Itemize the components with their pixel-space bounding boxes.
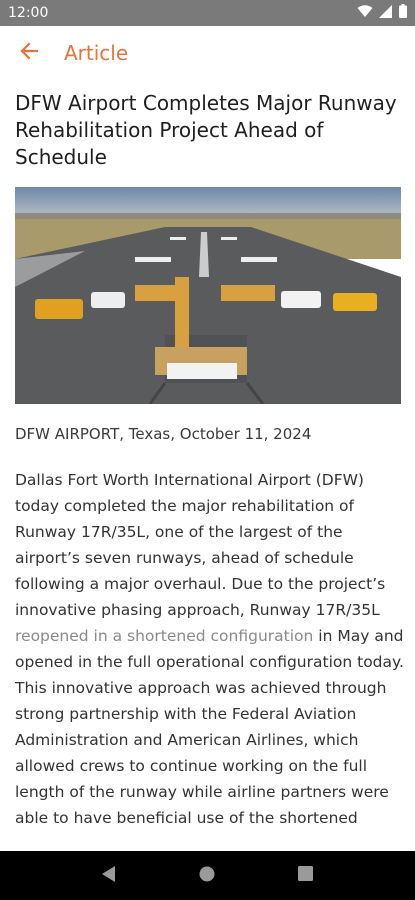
nav-home-button[interactable] — [187, 856, 227, 896]
nav-back-button[interactable] — [89, 856, 129, 896]
back-button[interactable] — [14, 38, 44, 68]
back-arrow-icon — [19, 41, 39, 65]
nav-recents-button[interactable] — [286, 856, 326, 896]
article-body-link[interactable]: reopened in a shortened configuration — [15, 627, 313, 645]
status-icons — [357, 4, 407, 22]
article-body-text: Dallas Fort Worth International Airport … — [15, 471, 386, 619]
app-bar: Article — [0, 26, 415, 80]
nav-recents-icon — [298, 866, 314, 885]
article-body-text-continued: in May and opened in the full operationa… — [15, 627, 404, 827]
app-bar-title: Article — [64, 41, 129, 65]
nav-back-icon — [102, 865, 116, 886]
system-navigation-bar — [0, 851, 415, 900]
article-body: Dallas Fort Worth International Airport … — [15, 467, 407, 831]
status-time: 12:00 — [8, 5, 49, 21]
nav-home-icon — [199, 866, 215, 886]
status-bar: 12:00 — [0, 0, 415, 26]
article-dateline: DFW AIRPORT, Texas, October 11, 2024 — [15, 425, 312, 443]
battery-icon — [399, 4, 407, 22]
cellular-signal-icon — [379, 4, 393, 22]
article-headline: DFW Airport Completes Major Runway Rehab… — [15, 91, 397, 169]
wifi-icon — [357, 4, 373, 22]
article-hero-image — [15, 187, 401, 404]
